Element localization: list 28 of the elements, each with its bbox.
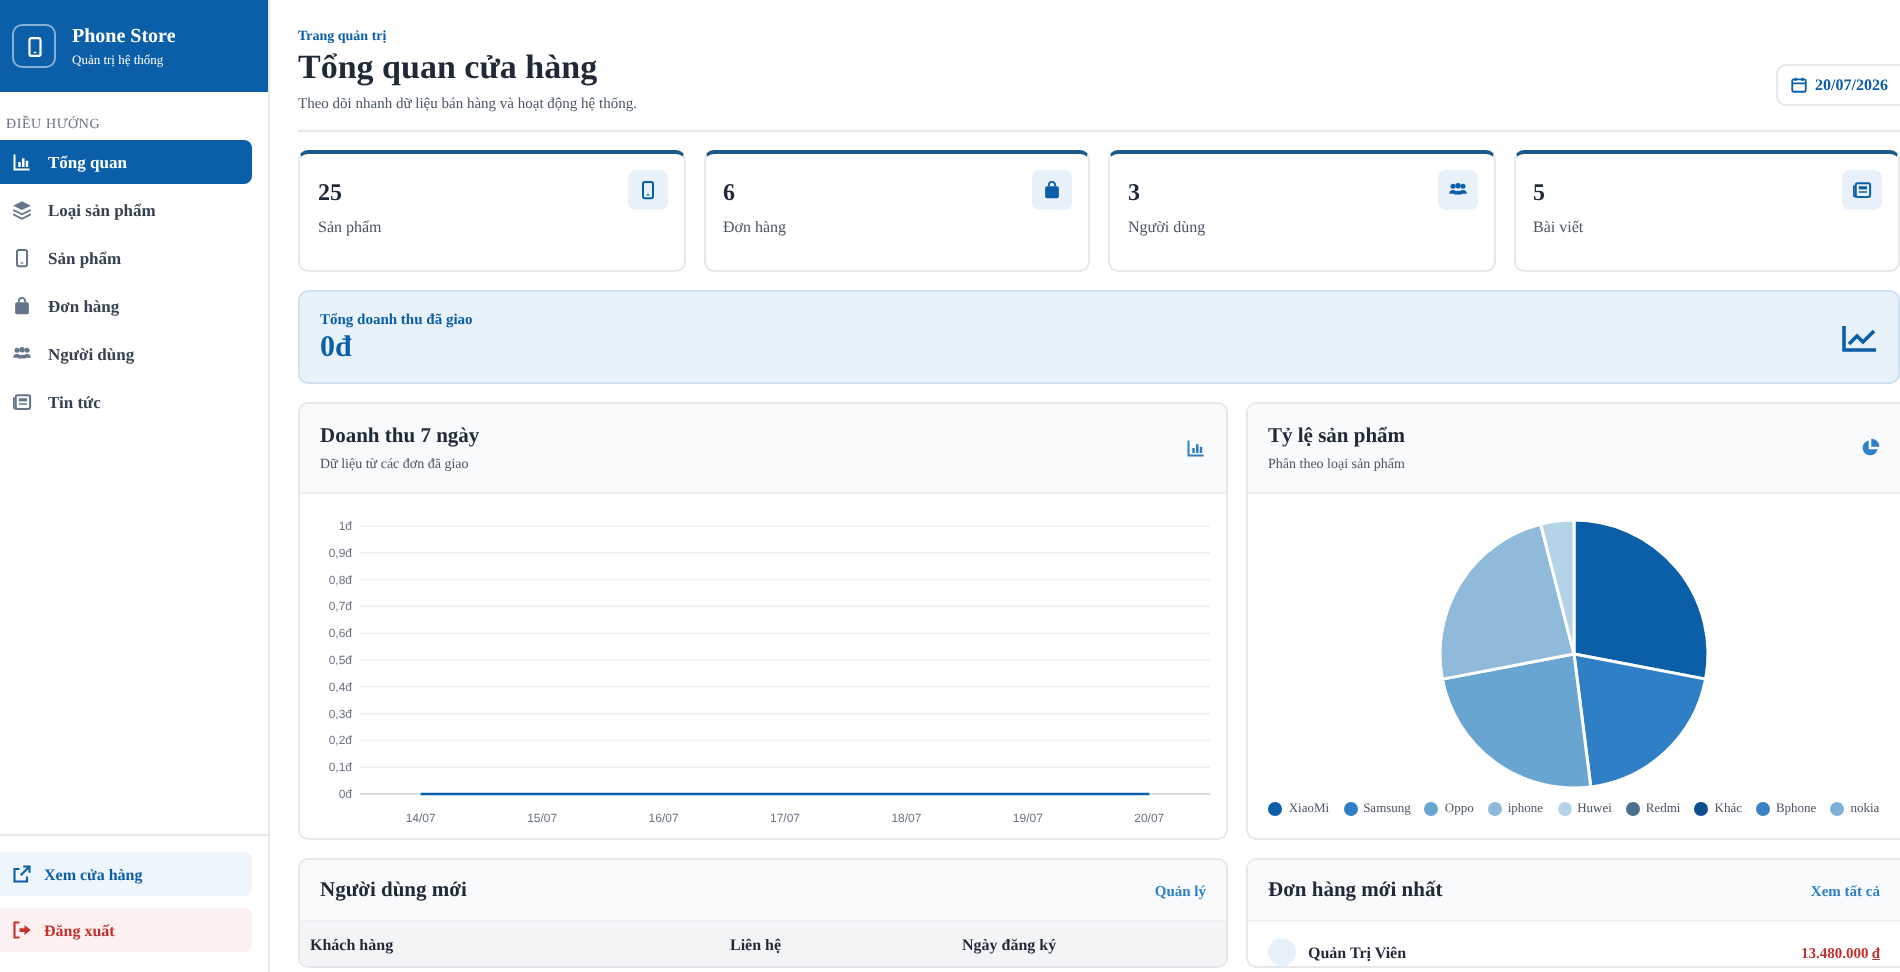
customer-name: Quản Trị Viên xyxy=(1308,943,1407,961)
card-title: Người dùng mới xyxy=(320,879,467,901)
nav-item[interactable]: Người dùng xyxy=(0,332,252,376)
card-title: Tỷ lệ sản phẩm xyxy=(1268,425,1406,447)
stat-value: 3 xyxy=(1128,178,1142,208)
stat-value: 5 xyxy=(1533,178,1547,208)
revenue-value: 0đ xyxy=(320,331,354,365)
card-title: Đơn hàng mới nhất xyxy=(1268,879,1443,901)
nav-item[interactable]: Sản phẩm xyxy=(0,236,252,280)
card-title: Doanh thu 7 ngày xyxy=(320,425,480,447)
column-header: Ngày đăng ký xyxy=(962,935,1059,953)
view-store-link[interactable]: Xem cửa hàng xyxy=(0,852,252,896)
stat-label: Bài viết xyxy=(1533,218,1584,236)
nav-item[interactable]: Đơn hàng xyxy=(0,284,252,328)
brand-name: Phone Store xyxy=(72,25,176,47)
nav-item[interactable]: Tin tức xyxy=(0,380,252,424)
page-title: Tổng quan cửa hàng xyxy=(298,48,600,88)
nav-item[interactable]: Tổng quan xyxy=(0,140,252,184)
stat-label: Người dùng xyxy=(1128,218,1206,236)
stat-value: 25 xyxy=(318,178,344,208)
logout-button[interactable]: Đăng xuất xyxy=(0,908,252,952)
stat-value: 6 xyxy=(723,178,737,208)
column-header: Liên hệ xyxy=(730,935,784,953)
stat-label: Đơn hàng xyxy=(723,218,787,236)
column-header: Khách hàng xyxy=(310,935,396,953)
date-button[interactable]: 20/07/2026 xyxy=(1775,64,1900,106)
nav-item[interactable]: Loại sản phẩm xyxy=(0,188,252,232)
stat-label: Sản phẩm xyxy=(318,218,382,236)
